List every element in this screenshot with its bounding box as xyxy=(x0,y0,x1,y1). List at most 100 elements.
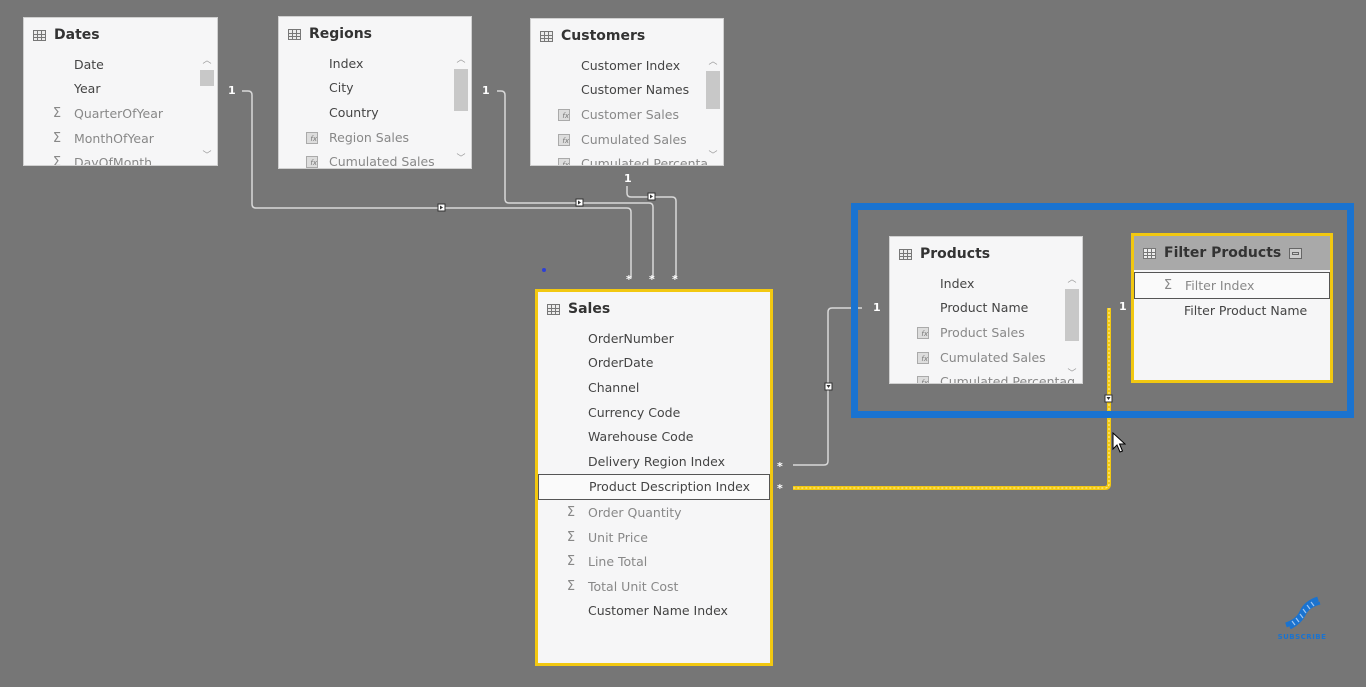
cardinality-many: * xyxy=(672,273,678,286)
table-header[interactable]: Sales xyxy=(538,292,770,326)
field-label: OrderDate xyxy=(588,355,654,371)
field-label: Currency Code xyxy=(588,404,681,420)
field-row[interactable]: Delivery Region Index xyxy=(538,449,770,474)
scroll-up-icon[interactable]: ︿ xyxy=(706,55,720,69)
field-row[interactable]: Σ Filter Index xyxy=(1134,272,1330,299)
scroll-down-icon[interactable]: ﹀ xyxy=(454,152,468,166)
field-row[interactable]: Σ MonthOfYear xyxy=(24,126,217,151)
table-card-customers[interactable]: Customers Customer Index Customer Names fx… xyxy=(530,18,724,166)
table-card-dates[interactable]: Dates Date Year Σ QuarterOfYear Σ MonthOfYear… xyxy=(23,17,218,166)
field-row[interactable]: fx Cumulated Sales xyxy=(890,345,1082,370)
field-row[interactable]: Index xyxy=(890,271,1082,296)
scroll-up-icon[interactable]: ︿ xyxy=(1065,273,1079,287)
sigma-icon: Σ xyxy=(52,105,62,121)
field-row[interactable]: fx Region Sales xyxy=(279,125,471,150)
scroll-down-icon[interactable]: ﹀ xyxy=(706,149,720,163)
field-row[interactable]: Product Name xyxy=(890,296,1082,321)
sigma-icon: Σ xyxy=(52,155,62,166)
measure-icon: fx xyxy=(299,130,325,145)
field-row[interactable]: City xyxy=(279,76,471,101)
scroll-thumb[interactable] xyxy=(1065,289,1079,341)
field-label: OrderNumber xyxy=(588,330,674,346)
field-row[interactable]: Country xyxy=(279,100,471,125)
scroll-down-icon[interactable]: ﹀ xyxy=(200,149,214,163)
field-row[interactable]: Warehouse Code xyxy=(538,424,770,449)
field-row[interactable]: fx Cumulated Sales xyxy=(279,149,471,168)
field-label: Unit Price xyxy=(588,529,648,545)
field-row[interactable]: fx Cumulated Sales xyxy=(531,127,723,152)
scroll-thumb[interactable] xyxy=(706,71,720,109)
pointer-dot xyxy=(542,268,546,272)
table-header[interactable]: Regions xyxy=(279,17,471,51)
field-row[interactable]: Date xyxy=(24,52,217,77)
field-label: Customer Name Index xyxy=(588,603,728,619)
field-label: Customer Names xyxy=(581,82,690,98)
sigma-icon: Σ xyxy=(52,130,62,146)
field-row[interactable]: Product Description Index xyxy=(538,473,770,501)
field-row[interactable]: OrderDate xyxy=(538,351,770,376)
field-row[interactable]: Channel xyxy=(538,375,770,400)
field-row[interactable]: Filter Product Name xyxy=(1134,299,1330,324)
scroll-down-icon[interactable]: ﹀ xyxy=(1065,367,1079,381)
table-header[interactable]: Customers xyxy=(531,19,723,53)
field-row[interactable]: Currency Code xyxy=(538,400,770,425)
field-label: Filter Index xyxy=(1185,277,1255,293)
field-row[interactable]: Customer Name Index xyxy=(538,599,770,624)
table-title: Dates xyxy=(54,27,100,43)
field-label: Customer Sales xyxy=(581,106,679,122)
table-header[interactable]: Dates xyxy=(24,18,217,52)
table-header[interactable]: Filter Products xyxy=(1134,236,1330,270)
cardinality-many: * xyxy=(626,273,632,286)
field-label: City xyxy=(329,80,354,96)
field-label: Product Sales xyxy=(940,324,1025,340)
field-label: Index xyxy=(329,55,364,71)
scrollbar[interactable]: ︿ ﹀ xyxy=(1065,271,1079,383)
table-header[interactable]: Products xyxy=(890,237,1082,271)
field-row[interactable]: Σ Total Unit Cost xyxy=(538,574,770,599)
field-row[interactable]: Customer Names xyxy=(531,78,723,103)
field-row[interactable]: fx Cumulated Percentag xyxy=(890,369,1082,383)
table-card-products[interactable]: Products Index Product Name fx Product Sale… xyxy=(889,236,1083,384)
collapse-icon[interactable] xyxy=(1289,247,1303,259)
field-row[interactable]: Customer Index xyxy=(531,53,723,78)
field-row[interactable]: fx Customer Sales xyxy=(531,102,723,127)
measure-icon: fx xyxy=(910,374,936,383)
field-label: Cumulated Sales xyxy=(940,349,1046,365)
table-card-sales[interactable]: Sales OrderNumber OrderDate Channel Currenc… xyxy=(535,289,773,666)
table-card-regions[interactable]: Regions Index City Country fx Region Sales fx… xyxy=(278,16,472,169)
subscribe-label: SUBSCRIBE xyxy=(1277,633,1327,641)
field-label: Product Name xyxy=(940,300,1029,316)
field-row[interactable]: Index xyxy=(279,51,471,76)
scrollbar[interactable]: ︿ ﹀ xyxy=(200,52,214,165)
field-label: Filter Product Name xyxy=(1184,303,1308,319)
scrollbar[interactable]: ︿ ﹀ xyxy=(454,51,468,168)
cardinality-one: 1 xyxy=(1119,300,1127,313)
field-row[interactable]: OrderNumber xyxy=(538,326,770,351)
field-row[interactable]: Σ Line Total xyxy=(538,549,770,574)
field-row[interactable]: fx Product Sales xyxy=(890,320,1082,345)
field-list: Index City Country fx Region Sales fx Cumulate… xyxy=(279,51,471,168)
table-card-filter-products[interactable]: Filter Products Σ Filter Index Filter Prod… xyxy=(1131,233,1333,383)
scrollbar[interactable]: ︿ ﹀ xyxy=(706,53,720,165)
field-row[interactable]: fx Cumulated Percenta xyxy=(531,151,723,165)
field-label: Total Unit Cost xyxy=(588,578,679,594)
field-row[interactable]: Σ QuarterOfYear xyxy=(24,101,217,126)
field-row[interactable]: Year xyxy=(24,77,217,102)
scroll-thumb[interactable] xyxy=(454,69,468,111)
cardinality-one: 1 xyxy=(873,301,881,314)
field-row[interactable]: Σ DayOfMonth xyxy=(24,150,217,166)
scroll-up-icon[interactable]: ︿ xyxy=(200,54,214,68)
scroll-up-icon[interactable]: ︿ xyxy=(454,53,468,67)
field-row[interactable]: Σ Order Quantity xyxy=(538,500,770,525)
table-icon xyxy=(547,303,560,315)
field-label: DayOfMonth xyxy=(74,155,153,166)
table-icon xyxy=(899,248,912,260)
field-row[interactable]: Σ Unit Price xyxy=(538,525,770,550)
measure-icon: fx xyxy=(299,154,325,168)
subscribe-logo[interactable]: SUBSCRIBE xyxy=(1272,595,1332,641)
measure-icon: fx xyxy=(551,107,577,122)
field-list: Σ Filter Index Filter Product Name xyxy=(1134,272,1330,323)
cardinality-many: * xyxy=(777,482,783,495)
scroll-thumb[interactable] xyxy=(200,70,214,86)
dna-icon xyxy=(1285,596,1321,630)
